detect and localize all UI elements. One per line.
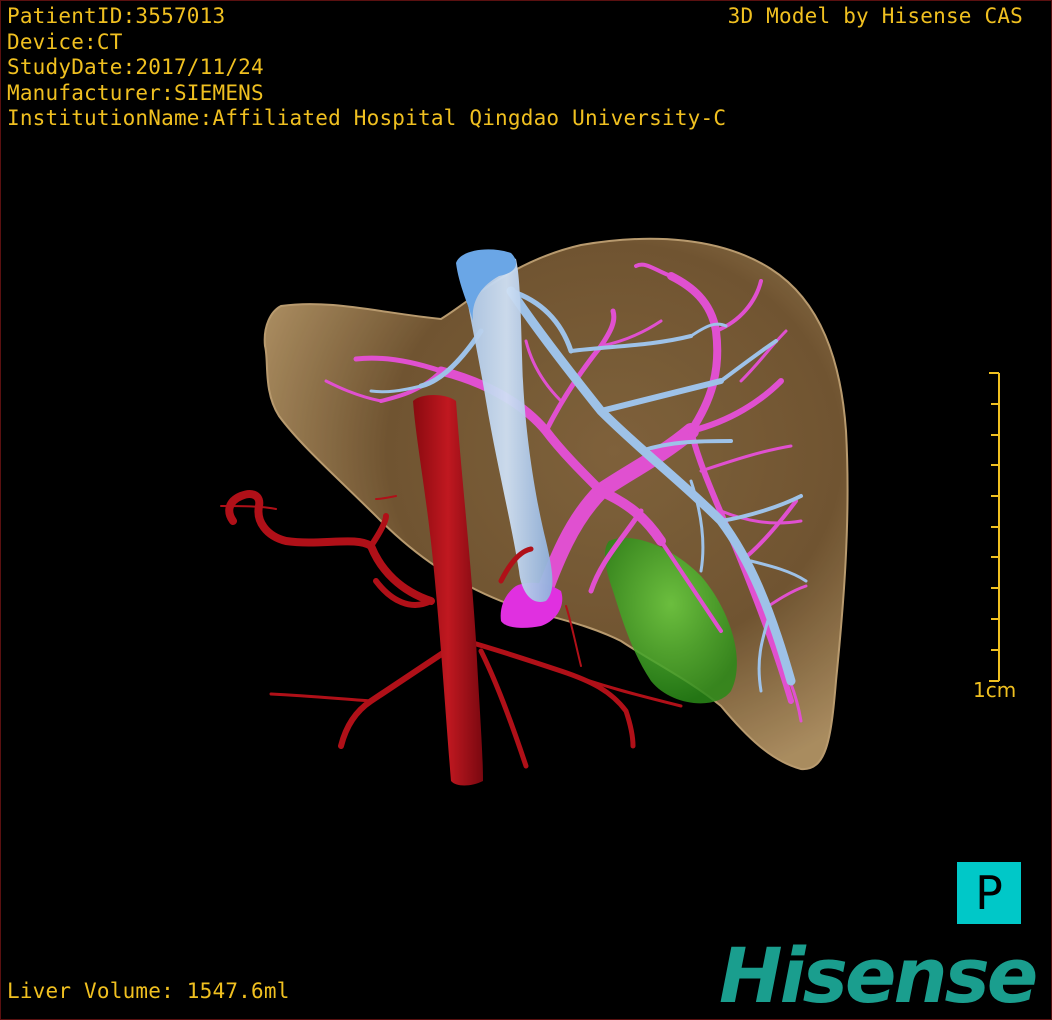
hisense-logo: Hisense [719,931,1038,1020]
patient-info-panel: PatientID:3557013 Device:CT StudyDate:20… [7,4,726,132]
orientation-marker[interactable]: P [957,862,1021,924]
manufacturer-label: Manufacturer:SIEMENS [7,80,264,105]
study-date-label: StudyDate:2017/11/24 [7,55,264,79]
institution-label: InstitutionName:Affiliated Hospital Qing… [7,106,727,130]
model-credit-label: 3D Model by Hisense CAS [727,4,1023,28]
3d-viewport[interactable]: PatientID:3557013 Device:CT StudyDate:20… [0,0,1052,1020]
device-label: Device:CT [7,29,123,54]
scale-bar-label: 1cm [973,678,1017,702]
patient-id-label: PatientID:3557013 [7,4,226,28]
liver-volume-readout: Liver Volume: 1547.6ml [7,979,290,1003]
liver-3d-model[interactable] [1,1,1051,1019]
scale-bar [989,372,1000,682]
